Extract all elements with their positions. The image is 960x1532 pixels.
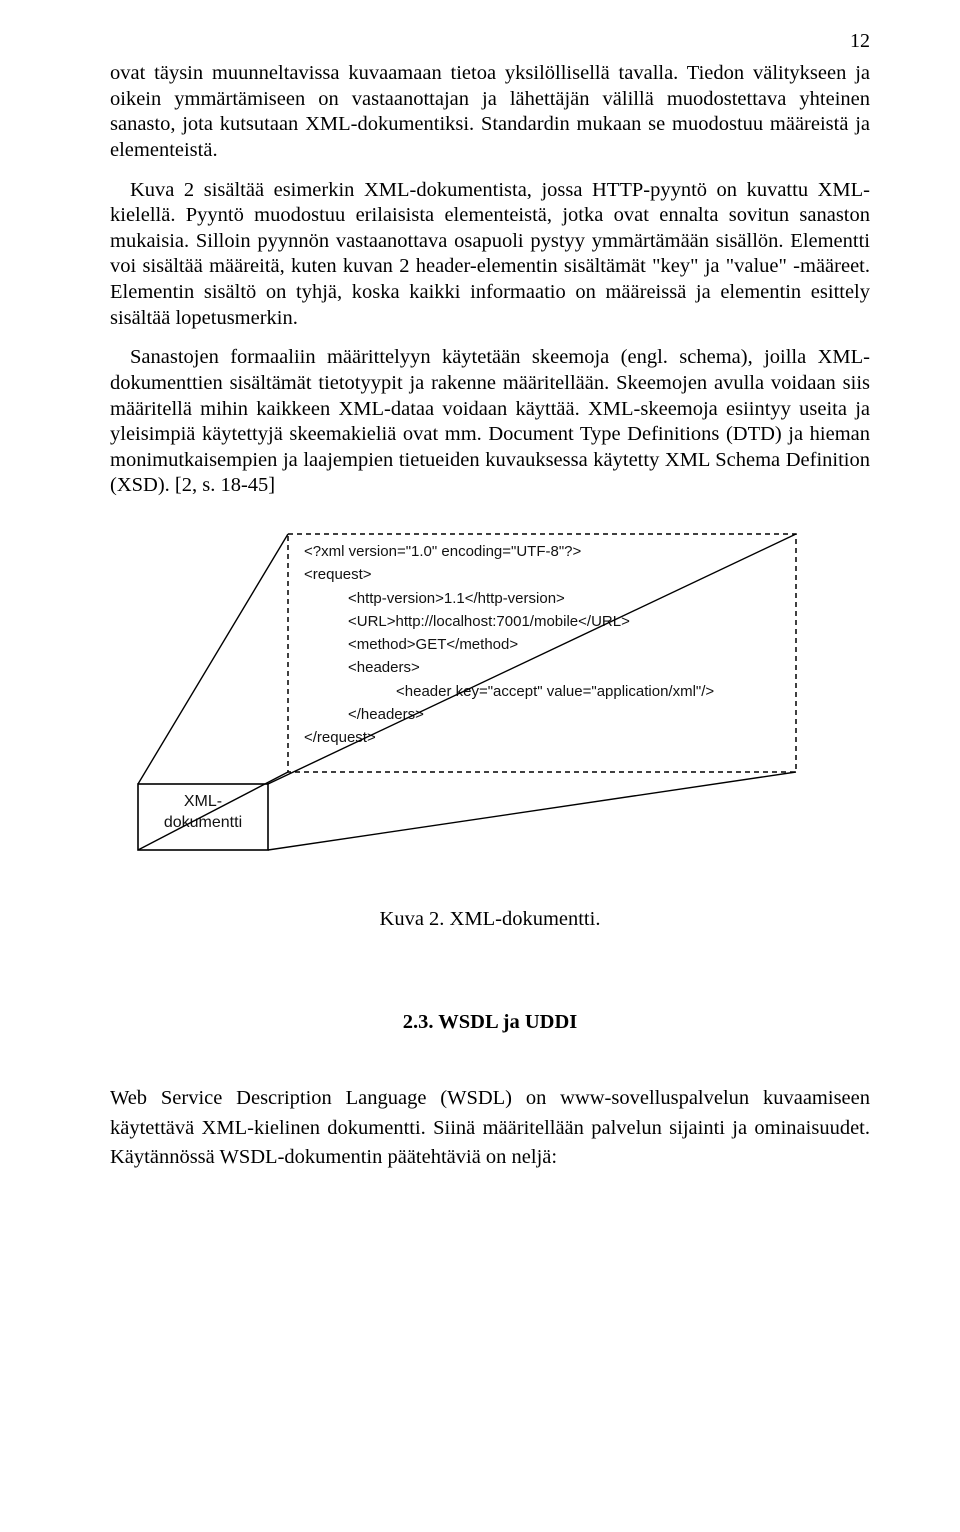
page-number: 12 — [110, 30, 870, 53]
figure-caption: Kuva 2. XML-dokumentti. — [110, 908, 870, 931]
label-box-line1: XML- — [184, 793, 222, 810]
code-line: <request> — [296, 563, 788, 586]
xml-document-label: XML- dokumentti — [138, 792, 268, 834]
code-line: <URL>http://localhost:7001/mobile</URL> — [296, 610, 788, 633]
code-line: <headers> — [296, 656, 788, 679]
code-line: </headers> — [296, 703, 788, 726]
code-line: <http-version>1.1</http-version> — [296, 587, 788, 610]
code-line: </request> — [296, 726, 788, 749]
paragraph-4: Web Service Description Language (WSDL) … — [110, 1084, 870, 1173]
figure-2-svg: <?xml version="1.0" encoding="UTF-8"?> <… — [128, 524, 808, 884]
code-line: <method>GET</method> — [296, 633, 788, 656]
paragraph-2: Kuva 2 sisältää esimerkin XML-dokumentis… — [110, 178, 870, 332]
page-container: 12 ovat täysin muunneltavissa kuvaamaan … — [0, 0, 960, 1233]
xml-code-block: <?xml version="1.0" encoding="UTF-8"?> <… — [296, 540, 788, 749]
figure-2-container: <?xml version="1.0" encoding="UTF-8"?> <… — [110, 524, 870, 931]
paragraph-3: Sanastojen formaaliin määrittelyyn käyte… — [110, 345, 870, 499]
paragraph-1: ovat täysin muunneltavissa kuvaamaan tie… — [110, 61, 870, 164]
code-line: <header key="accept" value="application/… — [296, 680, 788, 703]
section-heading-2-3: 2.3. WSDL ja UDDI — [110, 1011, 870, 1034]
code-line: <?xml version="1.0" encoding="UTF-8"?> — [296, 540, 788, 563]
